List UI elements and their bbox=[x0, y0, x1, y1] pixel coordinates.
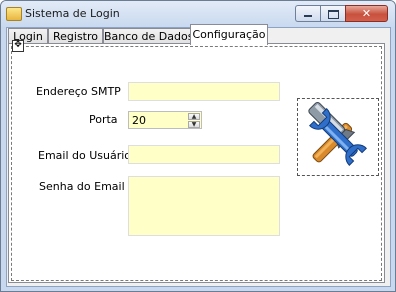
client-area: Login Registro Banco de Dados Configuraç… bbox=[6, 24, 391, 287]
tab-banco-de-dados[interactable]: Banco de Dados bbox=[103, 28, 193, 44]
window-controls: ✕ bbox=[295, 5, 388, 22]
window-title: Sistema de Login bbox=[25, 7, 120, 20]
tab-registro-label: Registro bbox=[52, 30, 98, 43]
minimize-button[interactable] bbox=[295, 5, 320, 22]
email-label: Email do Usuário bbox=[38, 149, 132, 162]
tools-icon bbox=[308, 101, 367, 166]
login-window: Sistema de Login ✕ Login Registro Banco … bbox=[0, 0, 396, 292]
spin-up-icon[interactable]: ▲ bbox=[188, 113, 200, 120]
smtp-label: Endereço SMTP bbox=[36, 85, 121, 98]
tab-registro[interactable]: Registro bbox=[48, 28, 103, 44]
maximize-icon bbox=[328, 10, 339, 19]
email-input[interactable] bbox=[128, 145, 280, 164]
close-icon: ✕ bbox=[361, 7, 372, 20]
move-handle-icon[interactable]: ✥ bbox=[12, 40, 24, 52]
tab-configuracao[interactable]: Configuração bbox=[190, 24, 268, 45]
port-value: 20 bbox=[132, 114, 146, 127]
close-button[interactable]: ✕ bbox=[345, 5, 388, 22]
config-picture-box[interactable] bbox=[297, 98, 379, 176]
minimize-icon bbox=[304, 15, 312, 17]
tab-banco-de-dados-label: Banco de Dados bbox=[104, 30, 194, 43]
maximize-button[interactable] bbox=[320, 5, 345, 22]
password-label: Senha do Email bbox=[39, 180, 125, 193]
password-input[interactable] bbox=[128, 176, 280, 236]
port-label: Porta bbox=[89, 113, 118, 126]
smtp-input[interactable] bbox=[128, 82, 280, 101]
app-icon[interactable] bbox=[6, 7, 22, 21]
configuracao-tab-page: Endereço SMTP Porta 20 ▲ ▼ Email do Usuá… bbox=[8, 43, 385, 283]
port-stepper[interactable]: 20 ▲ ▼ bbox=[128, 111, 202, 129]
tab-configuracao-label: Configuração bbox=[192, 28, 266, 41]
spin-down-icon[interactable]: ▼ bbox=[188, 121, 200, 128]
